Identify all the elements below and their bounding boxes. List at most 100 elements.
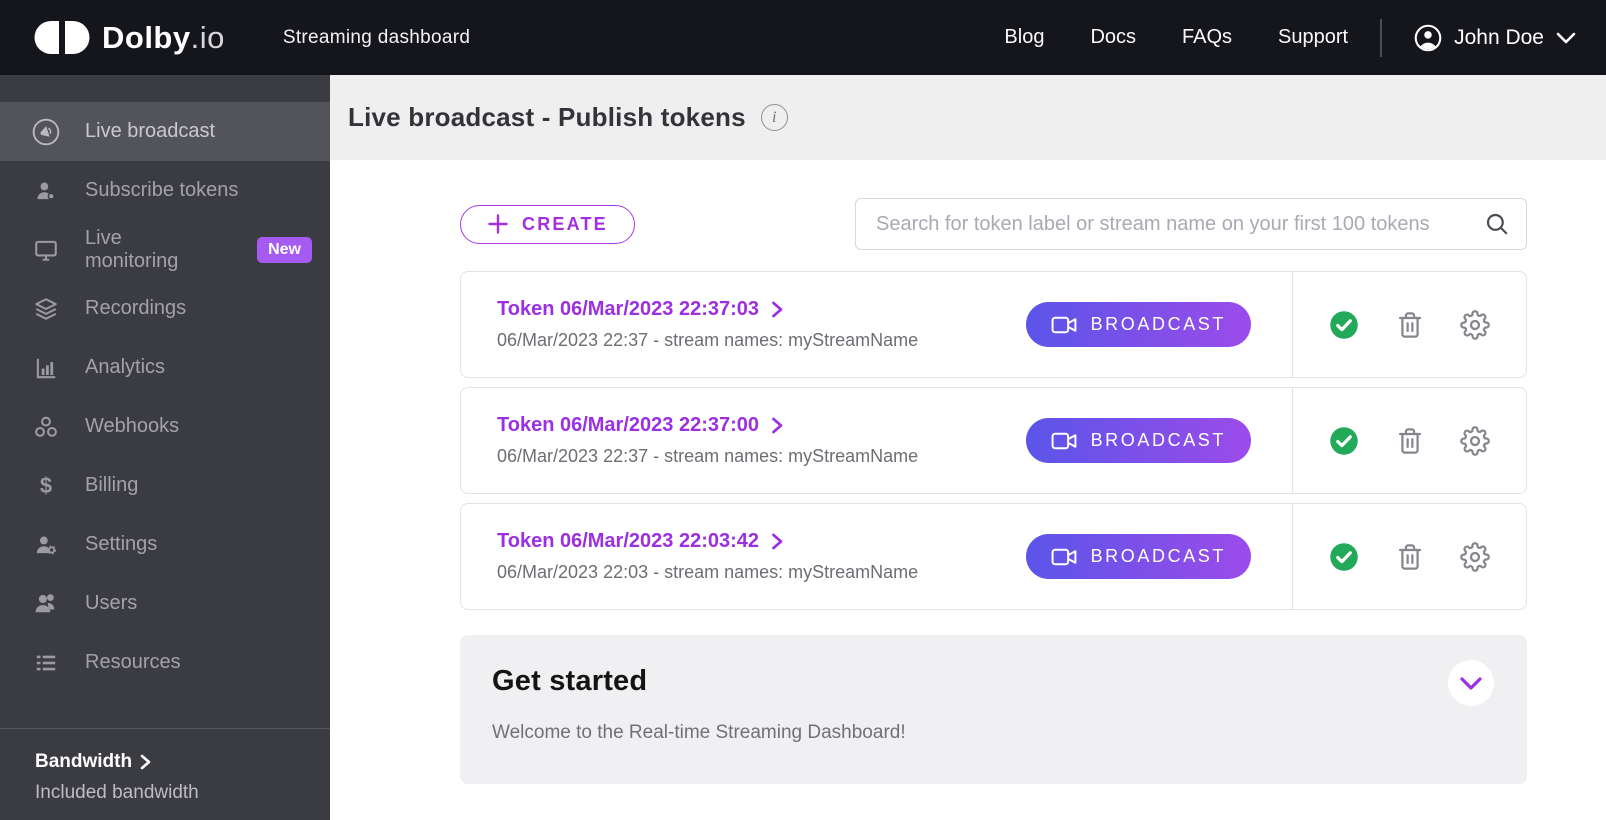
chevron-right-icon (140, 754, 151, 770)
bandwidth-subtitle: Included bandwidth (35, 782, 199, 803)
app-subtitle: Streaming dashboard (282, 26, 471, 48)
delete-trash-icon[interactable] (1396, 543, 1424, 571)
token-details: 06/Mar/2023 22:03 - stream names: myStre… (497, 562, 919, 582)
brand-wordmark: Dolby.io (102, 19, 225, 55)
chevron-right-icon (771, 533, 783, 550)
sidebar-item-billing[interactable]: $ Billing (0, 456, 330, 515)
sidebar-item-recordings[interactable]: Recordings (0, 279, 330, 338)
sidebar-item-live-broadcast[interactable]: Live broadcast (0, 102, 330, 161)
page-title: Live broadcast - Publish tokens (348, 102, 746, 132)
sidebar-item-label: Recordings (85, 297, 187, 319)
sidebar-item-users[interactable]: Users (0, 574, 330, 633)
search-input[interactable] (876, 212, 1484, 236)
sidebar-item-label: Analytics (85, 356, 166, 378)
token-info: Token 06/Mar/2023 22:37:00 06/Mar/2023 2… (461, 414, 1026, 467)
settings-gear-icon[interactable] (1459, 541, 1490, 572)
users-icon (31, 590, 61, 617)
user-name: John Doe (1454, 25, 1544, 49)
create-button-label: CREATE (522, 213, 608, 234)
get-started-title: Get started (492, 665, 648, 697)
active-check-icon[interactable] (1329, 426, 1359, 456)
search-icon[interactable] (1484, 211, 1510, 237)
token-details: 06/Mar/2023 22:37 - stream names: myStre… (497, 446, 919, 466)
broadcast-button-label: BROADCAST (1090, 314, 1226, 334)
broadcast-button[interactable]: BROADCAST (1025, 418, 1251, 463)
top-nav-links: Blog Docs FAQs Support (1004, 26, 1348, 49)
person-gear-icon (31, 532, 61, 558)
new-badge: New (257, 236, 312, 263)
sidebar-item-analytics[interactable]: Analytics (0, 338, 330, 397)
nav-link-faqs[interactable]: FAQs (1182, 26, 1232, 49)
create-button[interactable]: CREATE (460, 204, 635, 244)
token-actions (1293, 309, 1526, 340)
plus-icon (487, 213, 509, 235)
chevron-down-icon (1459, 676, 1483, 691)
video-camera-icon (1051, 546, 1078, 568)
main-panel: Live broadcast - Publish tokens i CREATE (330, 75, 1606, 820)
token-row: Token 06/Mar/2023 22:37:03 06/Mar/2023 2… (460, 271, 1527, 378)
list-icon (31, 650, 61, 676)
sidebar-item-resources[interactable]: Resources (0, 633, 330, 692)
avatar-icon (1414, 24, 1442, 52)
nav-link-blog[interactable]: Blog (1004, 26, 1044, 49)
sidebar-item-label: Resources (85, 651, 181, 673)
user-menu[interactable]: John Doe (1414, 24, 1576, 52)
sidebar-item-label: Billing (85, 474, 139, 496)
token-name-link[interactable]: Token 06/Mar/2023 22:03:42 (497, 530, 1026, 553)
video-camera-icon (1051, 430, 1078, 452)
info-icon[interactable]: i (760, 104, 788, 131)
chevron-right-icon (771, 301, 783, 318)
get-started-message: Welcome to the Real-time Streaming Dashb… (492, 722, 906, 743)
sidebar-item-label: Live broadcast (85, 120, 216, 142)
navbar-divider (1380, 18, 1383, 57)
bar-chart-icon (31, 355, 61, 381)
expand-toggle-button[interactable] (1448, 660, 1494, 706)
layers-icon (31, 296, 61, 322)
token-row: Token 06/Mar/2023 22:03:42 06/Mar/2023 2… (460, 503, 1527, 610)
page-header: Live broadcast - Publish tokens i (330, 75, 1606, 160)
active-check-icon[interactable] (1329, 542, 1359, 572)
active-check-icon[interactable] (1329, 310, 1359, 340)
top-navbar: Dolby.io Streaming dashboard Blog Docs F… (0, 0, 1606, 75)
delete-trash-icon[interactable] (1396, 427, 1424, 455)
sidebar-item-label: Users (85, 592, 138, 614)
broadcast-button[interactable]: BROADCAST (1025, 534, 1251, 579)
settings-gear-icon[interactable] (1459, 309, 1490, 340)
sidebar-item-live-monitoring[interactable]: Live monitoring New (0, 220, 330, 279)
token-info: Token 06/Mar/2023 22:03:42 06/Mar/2023 2… (461, 530, 1026, 583)
megaphone-icon (31, 118, 61, 146)
get-started-card: Get started Welcome to the Real-time Str… (460, 635, 1527, 784)
sidebar-item-subscribe-tokens[interactable]: Subscribe tokens (0, 161, 330, 220)
token-name-link[interactable]: Token 06/Mar/2023 22:37:00 (497, 414, 1026, 437)
sidebar-footer: Bandwidth Included bandwidth (0, 728, 330, 820)
token-actions (1293, 425, 1526, 456)
broadcast-button-label: BROADCAST (1090, 430, 1226, 450)
sidebar-item-label: Subscribe tokens (85, 179, 239, 201)
settings-gear-icon[interactable] (1459, 425, 1490, 456)
nav-link-support[interactable]: Support (1278, 26, 1348, 49)
monitor-icon (31, 237, 61, 263)
sidebar-item-settings[interactable]: Settings (0, 515, 330, 574)
search-box (855, 198, 1527, 250)
token-actions (1293, 541, 1526, 572)
token-name-link[interactable]: Token 06/Mar/2023 22:37:03 (497, 298, 1026, 321)
dolby-logo-icon (34, 21, 90, 54)
chevron-right-icon (771, 417, 783, 434)
webhooks-icon (31, 414, 61, 440)
token-info: Token 06/Mar/2023 22:37:03 06/Mar/2023 2… (461, 298, 1026, 351)
broadcast-button[interactable]: BROADCAST (1025, 302, 1251, 347)
token-details: 06/Mar/2023 22:37 - stream names: myStre… (497, 330, 919, 350)
sidebar-item-label: Webhooks (85, 415, 180, 437)
bandwidth-link[interactable]: Bandwidth (35, 751, 330, 773)
sidebar-item-label: Live monitoring (85, 226, 179, 272)
content-area: CREATE Token 06/Mar/2023 22:37:03 (330, 160, 1606, 784)
delete-trash-icon[interactable] (1396, 311, 1424, 339)
broadcast-button-label: BROADCAST (1090, 546, 1226, 566)
sidebar-item-webhooks[interactable]: Webhooks (0, 397, 330, 456)
chevron-down-icon (1556, 32, 1576, 44)
toolbar: CREATE (460, 198, 1527, 250)
token-row: Token 06/Mar/2023 22:37:00 06/Mar/2023 2… (460, 387, 1527, 494)
nav-link-docs[interactable]: Docs (1090, 26, 1136, 49)
person-badge-icon (31, 178, 61, 204)
dollar-icon: $ (39, 472, 53, 498)
